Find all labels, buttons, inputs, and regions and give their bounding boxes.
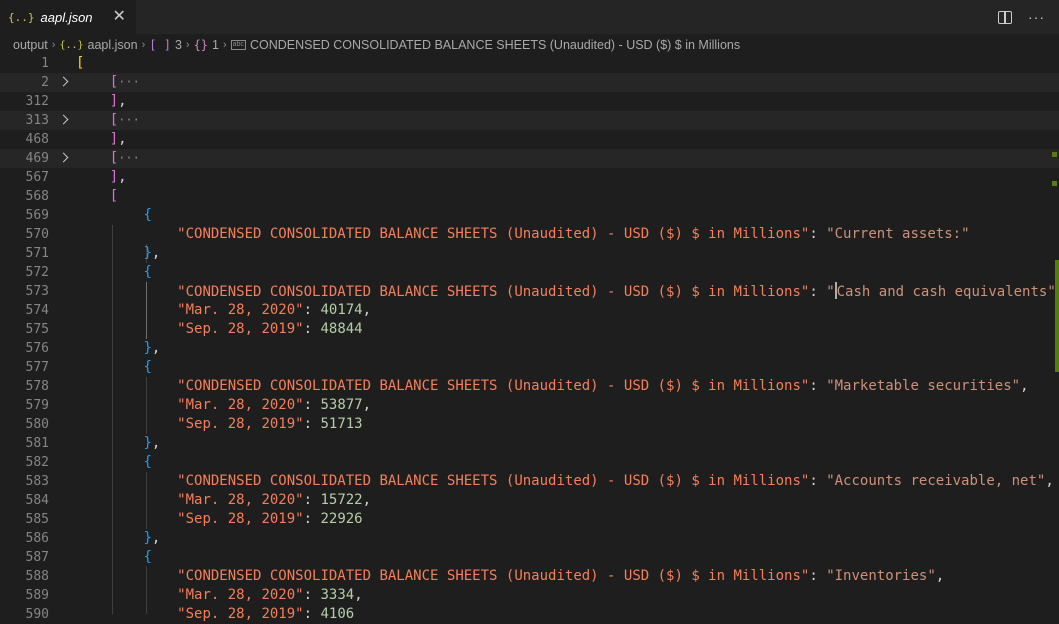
code-line: 583 "CONDENSED CONSOLIDATED BALANCE SHEE… [25,473,1054,489]
json-file-icon: {..} [59,39,84,51]
code-line: 586 }, [25,530,161,546]
breadcrumb-file[interactable]: {..} aapl.json [59,38,137,52]
fold-chevron-icon[interactable] [58,152,69,163]
string-icon: abc [230,40,246,50]
more-actions-icon[interactable]: ··· [1028,9,1045,25]
json-file-icon: {..} [8,10,35,24]
code-line: 1 [ [41,55,85,71]
tab-bar: {..} aapl.json ✕ ··· [0,0,1059,34]
fold-chevron-icon[interactable] [58,76,69,87]
code-line: 580 "Sep. 28, 2019": 51713 [25,416,363,432]
code-editor[interactable]: 1 [ 2 [··· 312 ], 313 [··· 468 ], 469 [·… [0,54,1059,622]
editor-actions: ··· [998,0,1059,34]
code-line: 576 }, [25,340,161,356]
breadcrumb-array[interactable]: [ ] 3 [149,38,182,52]
code-line: 575 "Sep. 28, 2019": 48844 [25,321,363,337]
code-line: 469 [··· [0,149,1059,168]
change-marker [1052,181,1057,186]
code-line: 2 [··· [0,73,1059,92]
chevron-right-icon: › [222,39,227,51]
scroll-highlight [1055,260,1059,372]
code-line: 585 "Sep. 28, 2019": 22926 [25,511,363,527]
breadcrumb-object[interactable]: {} 1 [194,38,219,52]
breadcrumb: output › {..} aapl.json › [ ] 3 › {} 1 ›… [0,34,1059,56]
object-icon: {} [193,38,209,52]
code-line: 582 { [25,454,152,470]
code-line: 572 { [25,264,152,280]
overview-ruler[interactable] [1051,54,1059,614]
code-line: 590 "Sep. 28, 2019": 4106 [25,606,355,622]
code-line: 587 { [25,549,152,565]
chevron-right-icon: › [185,39,190,51]
editor-tab-aapl-json[interactable]: {..} aapl.json ✕ [0,0,136,34]
tab-label: aapl.json [40,9,93,25]
split-editor-icon[interactable] [998,10,1012,24]
code-line: 584 "Mar. 28, 2020": 15722, [25,492,372,508]
change-marker [1052,152,1057,157]
code-line: 568 [ [25,188,119,204]
code-line: 588 "CONDENSED CONSOLIDATED BALANCE SHEE… [25,568,945,584]
breadcrumb-key[interactable]: abc CONDENSED CONSOLIDATED BALANCE SHEET… [230,38,740,52]
chevron-right-icon: › [51,39,56,51]
fold-chevron-icon[interactable] [58,114,69,125]
code-line: 569 { [25,207,152,223]
code-line: 581 }, [25,435,161,451]
code-line: 574 "Mar. 28, 2020": 40174, [25,302,372,318]
close-icon[interactable]: ✕ [113,9,126,25]
code-line: 573 "CONDENSED CONSOLIDATED BALANCE SHEE… [25,282,1059,300]
code-line: 468 ], [25,131,127,147]
breadcrumb-folder[interactable]: output [13,38,48,52]
array-icon: [ ] [149,38,171,52]
code-line: 579 "Mar. 28, 2020": 53877, [25,397,372,413]
code-line: 577 { [25,359,152,375]
chevron-right-icon: › [141,39,146,51]
code-line: 313 [··· [0,111,1059,130]
code-line: 567 ], [25,169,127,185]
code-line: 312 ], [25,93,127,109]
code-line: 570 "CONDENSED CONSOLIDATED BALANCE SHEE… [25,226,970,242]
code-line: 578 "CONDENSED CONSOLIDATED BALANCE SHEE… [25,378,1029,394]
code-line: 571 }, [25,245,161,261]
code-line: 589 "Mar. 28, 2020": 3334, [25,587,363,603]
